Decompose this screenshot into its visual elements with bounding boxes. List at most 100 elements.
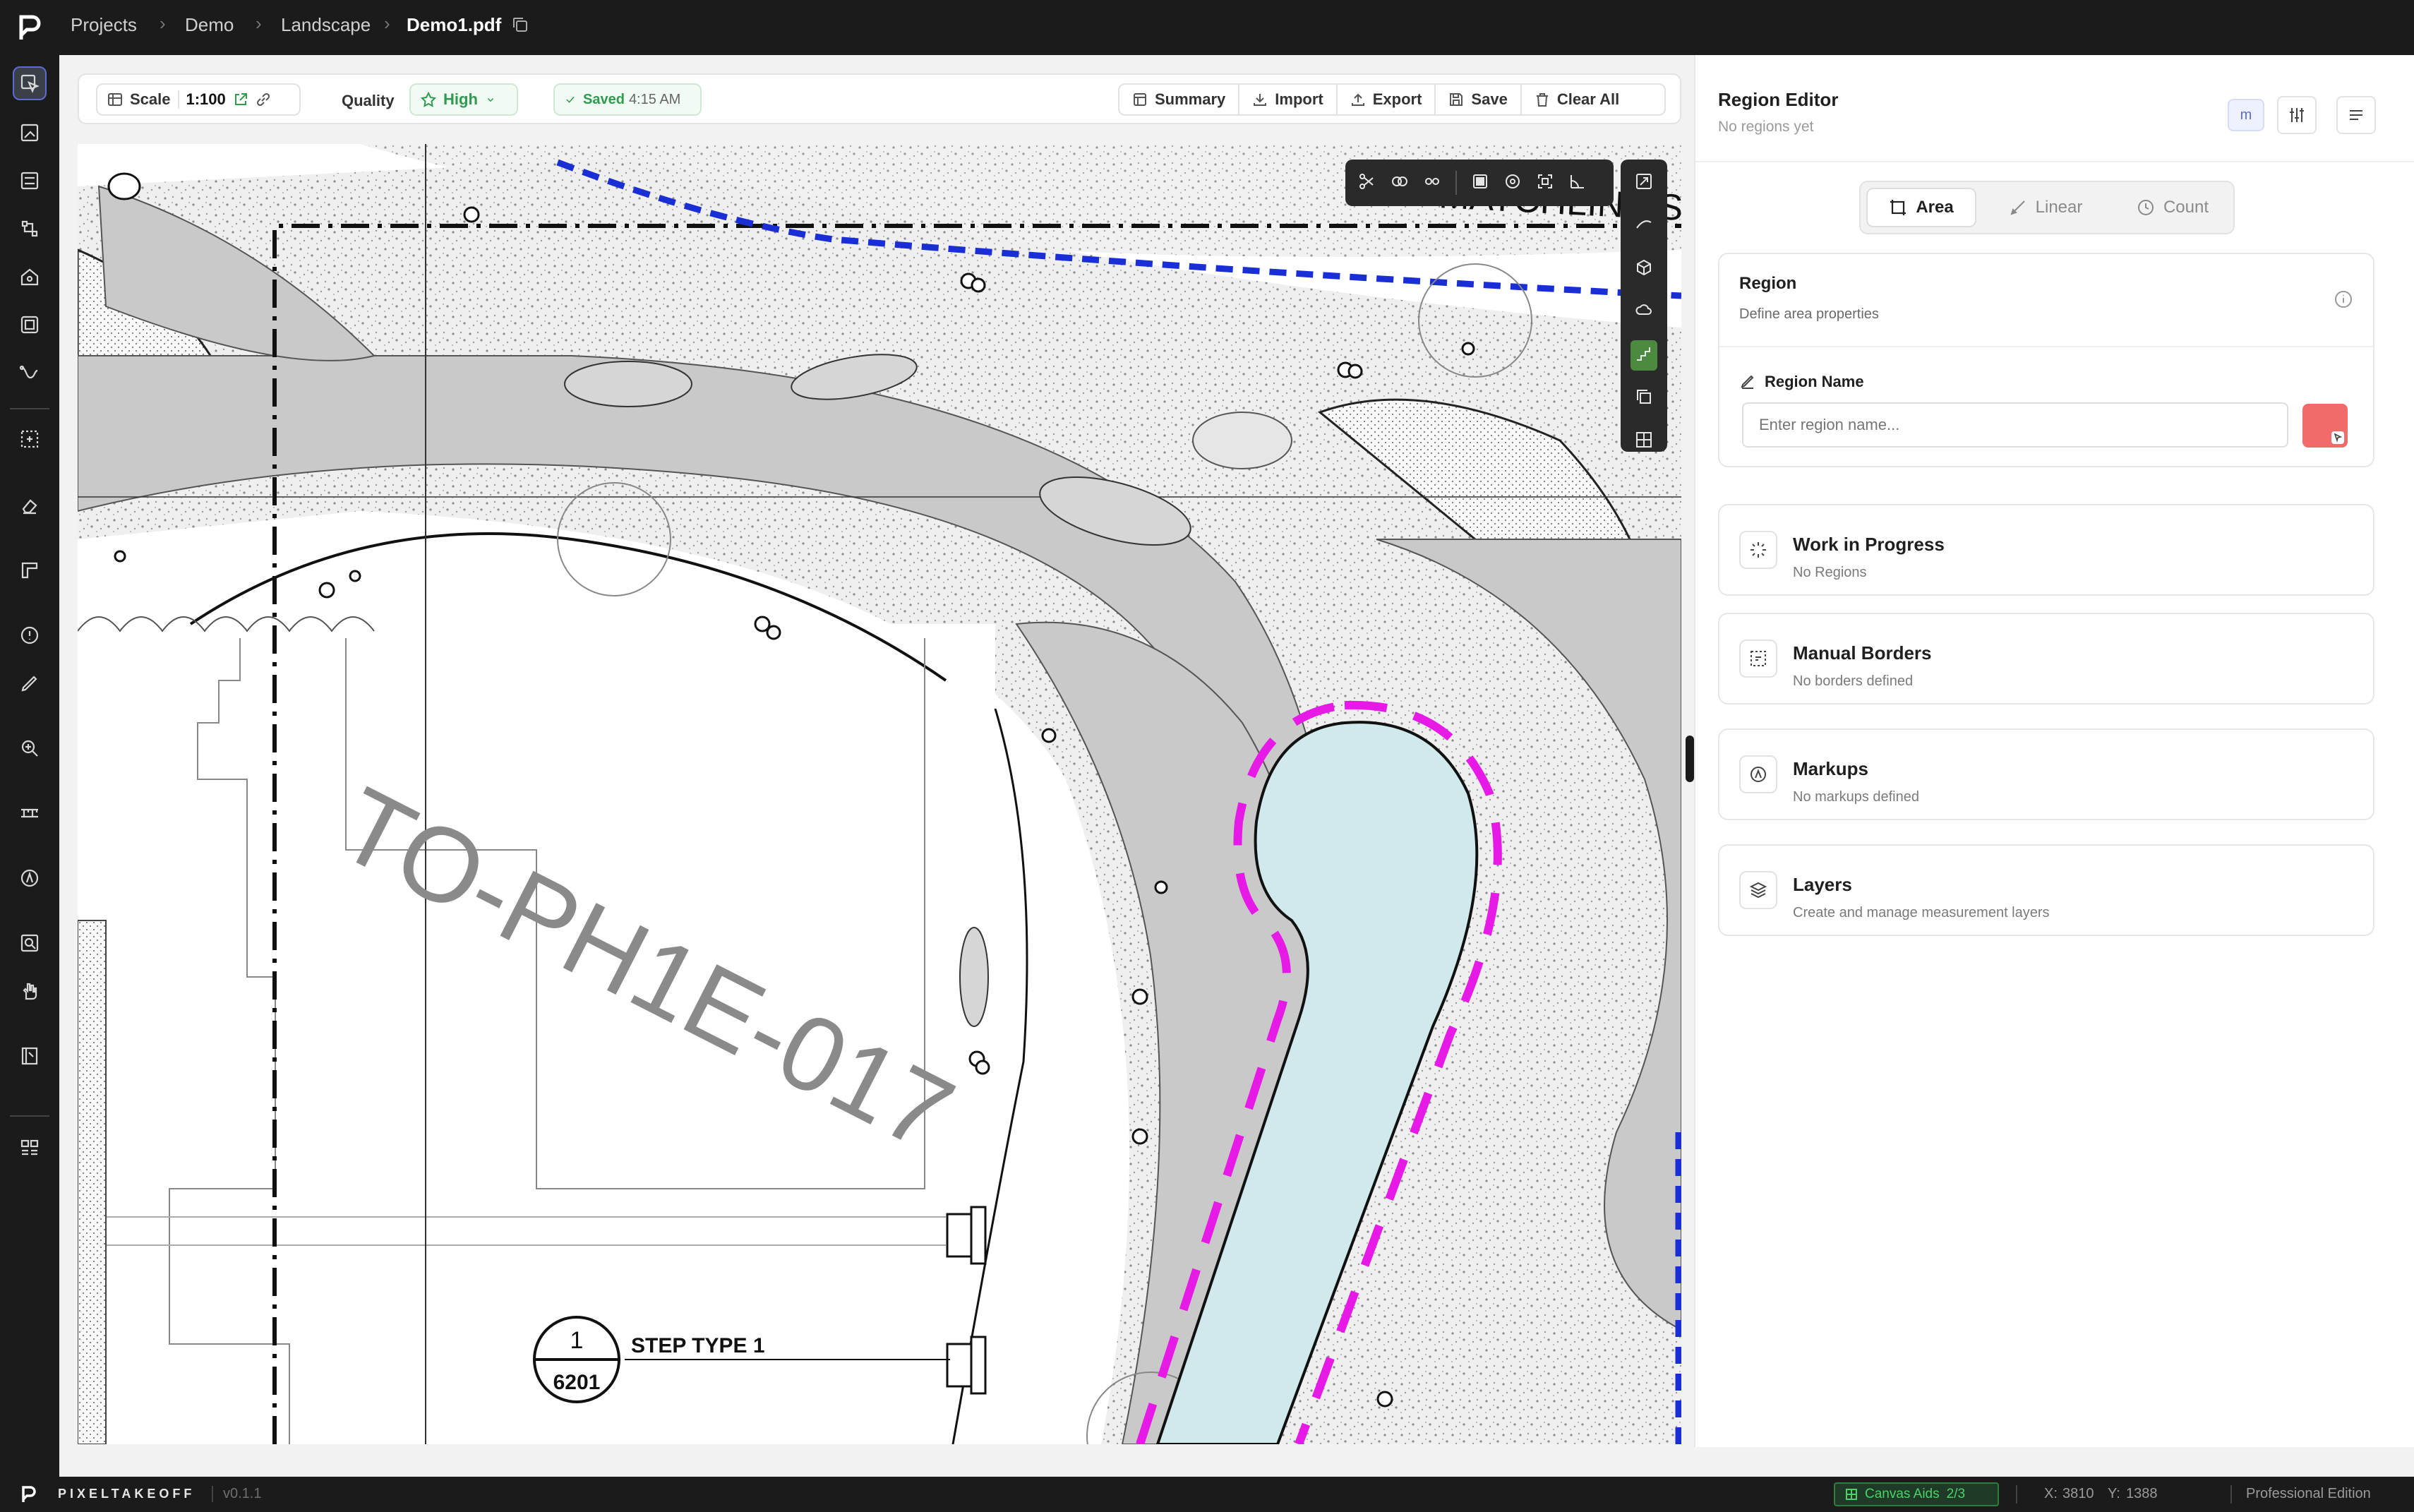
divider bbox=[10, 408, 49, 409]
breadcrumb-landscape[interactable]: Landscape bbox=[281, 14, 371, 36]
tree-canopy bbox=[1192, 412, 1292, 469]
link-shapes-icon[interactable] bbox=[1423, 172, 1441, 194]
divider bbox=[10, 1115, 49, 1117]
quality-label: Quality bbox=[342, 92, 395, 109]
angle-icon[interactable] bbox=[1568, 172, 1587, 194]
compass-icon[interactable] bbox=[13, 861, 47, 895]
scale-label: Scale bbox=[130, 90, 171, 108]
saved-time: 4:15 AM bbox=[628, 91, 681, 107]
callout-sheet: 6201 bbox=[553, 1371, 601, 1394]
drawing-canvas[interactable]: 1 6201 STEP TYPE 1 TO-PH1E-017 MATCHLINE… bbox=[78, 144, 1681, 1444]
callout-label: STEP TYPE 1 bbox=[631, 1334, 765, 1357]
export-button[interactable]: Export bbox=[1338, 85, 1436, 114]
pen-icon[interactable] bbox=[13, 666, 47, 700]
y-coordinate-label: Y: bbox=[2108, 1486, 2120, 1501]
unit-badge[interactable]: m bbox=[2228, 99, 2264, 131]
external-link-icon[interactable] bbox=[233, 92, 248, 107]
region-editor-panel: Region Editor No regions yet m Area Line… bbox=[1694, 55, 2414, 1447]
markups-card[interactable]: Markups No markups defined bbox=[1718, 728, 2374, 820]
clear-all-button[interactable]: Clear All bbox=[1522, 85, 1632, 114]
top-toolbar: Scale 1:100 Quality High Saved 4:15 AM S… bbox=[78, 73, 1681, 124]
x-coordinate-value: 3810 bbox=[2062, 1486, 2094, 1501]
section-subtitle: No markups defined bbox=[1793, 789, 1919, 805]
callout-number: 1 bbox=[570, 1327, 584, 1354]
region-card-divider bbox=[1719, 346, 2373, 347]
link-icon[interactable] bbox=[256, 92, 271, 107]
work-in-progress-card[interactable]: Work in Progress No Regions bbox=[1718, 504, 2374, 596]
panel-resize-handle[interactable] bbox=[1686, 736, 1694, 782]
grid-detect-icon[interactable] bbox=[1635, 431, 1653, 452]
info-icon[interactable] bbox=[2334, 289, 2353, 309]
eraser-icon[interactable] bbox=[13, 488, 47, 522]
summary-button[interactable]: Summary bbox=[1119, 85, 1240, 114]
app-logo[interactable] bbox=[18, 14, 42, 41]
measure-icon[interactable] bbox=[13, 796, 47, 830]
fill-icon[interactable] bbox=[1471, 172, 1489, 194]
split-icon[interactable] bbox=[1358, 172, 1376, 194]
brand-logo-icon bbox=[21, 1485, 37, 1504]
layers-icon bbox=[1739, 871, 1777, 909]
hand-icon[interactable] bbox=[13, 974, 47, 1008]
breadcrumb-demo[interactable]: Demo bbox=[185, 14, 234, 36]
quality-dropdown[interactable]: High bbox=[409, 83, 518, 116]
curve-icon[interactable] bbox=[1635, 215, 1653, 237]
zoom-icon[interactable] bbox=[13, 731, 47, 765]
cube-icon[interactable] bbox=[1635, 258, 1653, 280]
border-tool-icon[interactable] bbox=[13, 422, 47, 456]
star-icon bbox=[421, 92, 436, 107]
expand-icon[interactable] bbox=[1635, 172, 1653, 194]
quality-value: High bbox=[443, 90, 478, 108]
save-button[interactable]: Save bbox=[1436, 85, 1522, 114]
region-color-swatch[interactable] bbox=[2302, 404, 2348, 448]
shape-tool-icon[interactable] bbox=[13, 260, 47, 294]
upload-icon bbox=[1351, 93, 1364, 106]
settings-icon[interactable] bbox=[2277, 96, 2317, 134]
region-card: Region Define area properties Region Nam… bbox=[1718, 253, 2374, 467]
menu-icon[interactable] bbox=[2336, 96, 2376, 134]
landscape-plan-drawing[interactable]: 1 6201 STEP TYPE 1 TO-PH1E-017 MATCHLINE… bbox=[78, 144, 1681, 1444]
copy-icon[interactable] bbox=[511, 16, 529, 34]
check-icon bbox=[566, 96, 575, 103]
layers-card[interactable]: Layers Create and manage measurement lay… bbox=[1718, 844, 2374, 936]
import-button[interactable]: Import bbox=[1239, 85, 1338, 114]
floating-toolbar bbox=[1345, 160, 1614, 206]
scan-icon[interactable] bbox=[1536, 172, 1554, 194]
frame-tool-icon[interactable] bbox=[13, 308, 47, 342]
target-icon[interactable] bbox=[1503, 172, 1522, 194]
scale-control[interactable]: Scale 1:100 bbox=[96, 83, 301, 116]
manual-borders-card[interactable]: Manual Borders No borders defined bbox=[1718, 613, 2374, 704]
tab-count[interactable]: Count bbox=[2115, 188, 2230, 227]
actions-group: Summary Import Export Save Clear All bbox=[1118, 83, 1666, 116]
adjust-tool-icon[interactable] bbox=[13, 164, 47, 198]
merge-icon[interactable] bbox=[1391, 172, 1409, 194]
crop-tool-icon[interactable] bbox=[13, 212, 47, 246]
chevron-down-icon bbox=[487, 98, 494, 102]
copy-layers-icon[interactable] bbox=[1635, 388, 1653, 409]
tab-linear[interactable]: Linear bbox=[1990, 188, 2101, 227]
info-tool-icon[interactable] bbox=[13, 618, 47, 652]
canvas-aids-toggle[interactable]: Canvas Aids 2/3 bbox=[1834, 1482, 1999, 1506]
ruler-icon[interactable] bbox=[13, 553, 47, 587]
section-title: Layers bbox=[1793, 874, 1852, 895]
section-title: Manual Borders bbox=[1793, 642, 1932, 664]
path-tool-icon[interactable] bbox=[13, 356, 47, 390]
region-name-label: Region Name bbox=[1765, 373, 1864, 390]
tab-area[interactable]: Area bbox=[1866, 188, 1976, 227]
select-tool-icon[interactable] bbox=[13, 66, 47, 100]
tool-sidebar bbox=[0, 55, 59, 1477]
panel-title: Region Editor bbox=[1718, 89, 1839, 110]
cursor-icon bbox=[2331, 431, 2344, 444]
region-name-input[interactable] bbox=[1742, 402, 2288, 448]
grid-menu-icon[interactable] bbox=[13, 1131, 47, 1165]
border-icon bbox=[1739, 640, 1777, 678]
cloud-icon[interactable] bbox=[1635, 301, 1653, 323]
area-tool-icon[interactable] bbox=[13, 116, 47, 150]
brick-wall bbox=[78, 920, 107, 1444]
section-title: Markups bbox=[1793, 758, 1868, 779]
stairs-icon[interactable] bbox=[1631, 340, 1657, 371]
breadcrumb-projects[interactable]: Projects bbox=[71, 14, 137, 36]
export-label: Export bbox=[1372, 90, 1422, 108]
inspect-icon[interactable] bbox=[13, 926, 47, 960]
section-subtitle: Create and manage measurement layers bbox=[1793, 905, 2050, 920]
book-icon[interactable] bbox=[13, 1039, 47, 1073]
